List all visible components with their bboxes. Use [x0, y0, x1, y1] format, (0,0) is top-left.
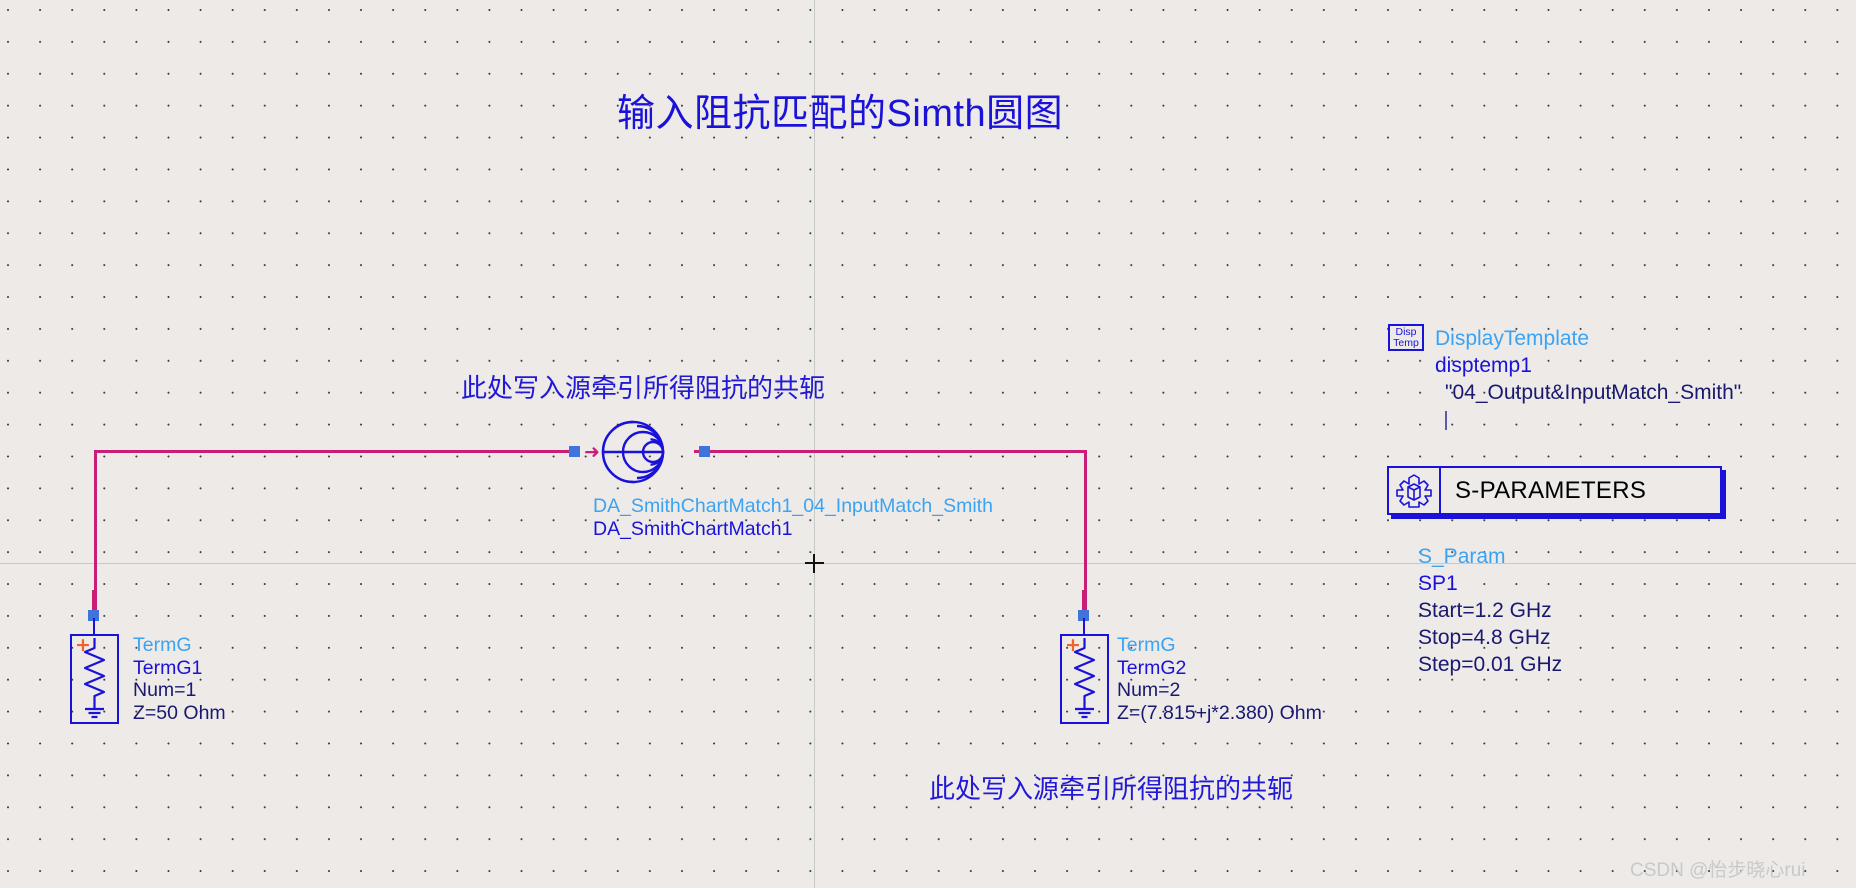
display-template-icon-line2: Temp: [1393, 337, 1419, 349]
origin-crosshair: [805, 554, 824, 573]
annotation-bottom[interactable]: 此处写入源牵引所得阻抗的共轭: [929, 769, 1293, 806]
terminal-left-param-num[interactable]: Num=1: [133, 679, 226, 702]
node-square-right[interactable]: [699, 446, 710, 457]
terminal-right-type-label[interactable]: TermG: [1117, 634, 1322, 657]
page-guide-horizontal: [0, 563, 1856, 564]
display-template-type-label[interactable]: DisplayTemplate: [1435, 325, 1741, 352]
display-template-icon[interactable]: Disp Temp: [1388, 324, 1424, 351]
display-template-labels: DisplayTemplate disptemp1 "04_Output&Inp…: [1435, 325, 1741, 433]
wire-left-horizontal[interactable]: [94, 450, 574, 453]
terminal-right-param-num[interactable]: Num=2: [1117, 679, 1322, 702]
s-parameters-gear-icon: [1389, 468, 1441, 513]
s-parameters-param-stop[interactable]: Stop=4.8 GHz: [1418, 624, 1562, 651]
s-parameters-title: S-PARAMETERS: [1455, 476, 1647, 504]
display-template-text-caret: [1435, 406, 1741, 433]
s-parameters-type-label[interactable]: S_Param: [1418, 543, 1562, 570]
watermark: CSDN @怡步晓心rui: [1630, 860, 1806, 881]
s-parameters-param-step[interactable]: Step=0.01 GHz: [1418, 651, 1562, 678]
s-parameters-instance-label[interactable]: SP1: [1418, 570, 1562, 597]
terminal-left-labels: TermG TermG1 Num=1 Z=50 Ohm: [133, 634, 226, 725]
terminal-left-param-z[interactable]: Z=50 Ohm: [133, 702, 226, 725]
terminal-left-type-label[interactable]: TermG: [133, 634, 226, 657]
display-template-param-name[interactable]: "04_Output&InputMatch_Smith": [1435, 379, 1741, 406]
schematic-title[interactable]: 输入阻抗匹配的Simth圆图: [617, 82, 1063, 137]
s-parameters-param-start[interactable]: Start=1.2 GHz: [1418, 597, 1562, 624]
s-parameters-labels: S_Param SP1 Start=1.2 GHz Stop=4.8 GHz S…: [1418, 543, 1562, 678]
wire-right-horizontal[interactable]: [694, 450, 1086, 453]
terminal-right-param-z[interactable]: Z=(7.815+j*2.380) Ohm: [1117, 702, 1322, 725]
terminal-right-labels: TermG TermG2 Num=2 Z=(7.815+j*2.380) Ohm: [1117, 634, 1322, 725]
terminal-left-instance-label[interactable]: TermG1: [133, 657, 226, 680]
terminal-ground-icon-left[interactable]: +: [70, 590, 119, 724]
smith-instance-label[interactable]: DA_SmithChartMatch1: [593, 518, 993, 541]
annotation-top[interactable]: 此处写入源牵引所得阻抗的共轭: [461, 368, 825, 405]
terminal-right-lead-wire: [1082, 590, 1085, 612]
display-template-instance-label[interactable]: disptemp1: [1435, 352, 1741, 379]
pin-direction-arrow: ➜: [584, 441, 600, 463]
node-square-left[interactable]: [569, 446, 580, 457]
smith-chart-icon[interactable]: [601, 420, 665, 484]
smith-type-label[interactable]: DA_SmithChartMatch1_04_InputMatch_Smith: [593, 495, 993, 518]
terminal-left-lead-wire: [92, 590, 95, 612]
schematic-canvas[interactable]: 输入阻抗匹配的Simth圆图 此处写入源牵引所得阻抗的共轭 此处写入源牵引所得阻…: [0, 0, 1856, 888]
smith-component-labels: DA_SmithChartMatch1_04_InputMatch_Smith …: [593, 495, 993, 540]
terminal-ground-icon-right[interactable]: +: [1060, 590, 1109, 724]
s-parameters-block[interactable]: S-PARAMETERS: [1387, 466, 1722, 515]
terminal-right-instance-label[interactable]: TermG2: [1117, 657, 1322, 680]
